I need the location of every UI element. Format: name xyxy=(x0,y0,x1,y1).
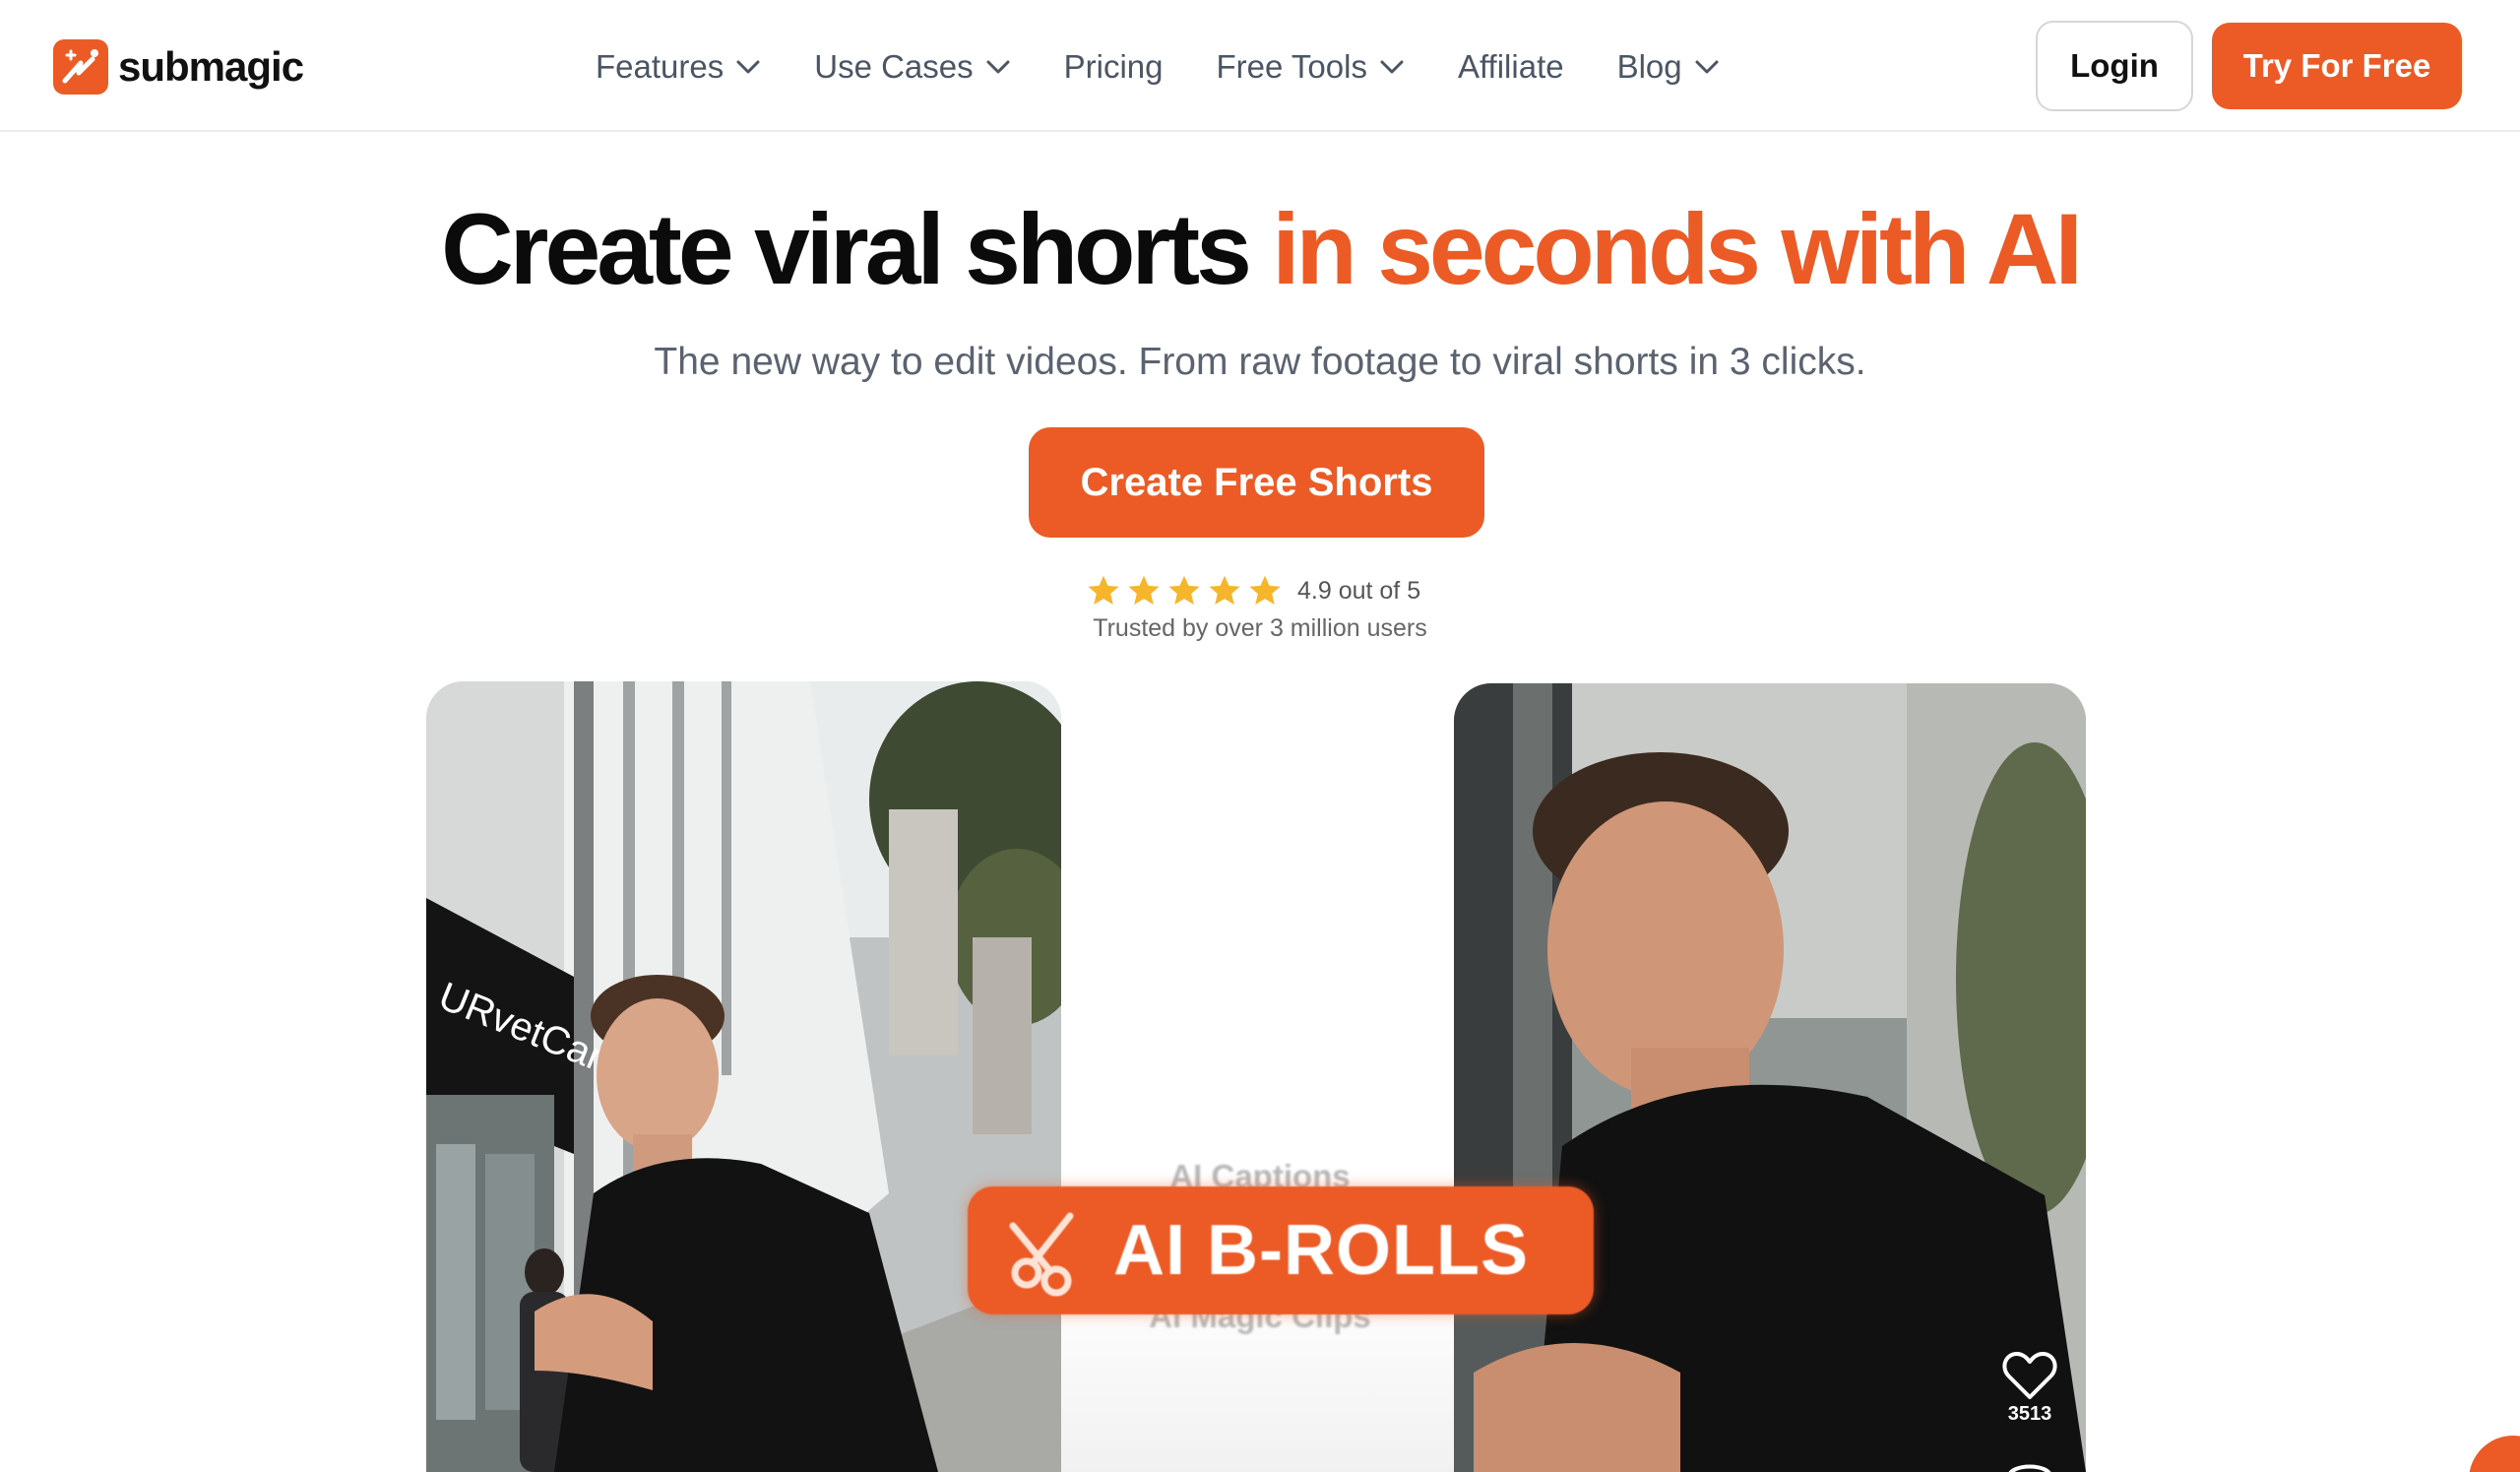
comment-icon[interactable] xyxy=(2005,1457,2054,1472)
login-button[interactable]: Login xyxy=(2036,21,2193,111)
nav-label: Free Tools xyxy=(1216,48,1367,85)
nav-item-free-tools[interactable]: Free Tools xyxy=(1217,48,1405,86)
street-scene-image: URvetCare xyxy=(426,681,1061,1472)
nav-label: Features xyxy=(596,48,724,85)
star-icon xyxy=(1209,575,1240,605)
star-icon xyxy=(1128,575,1160,605)
logo[interactable]: submagic xyxy=(53,39,304,95)
feature-pill-label: AI B-ROLLS xyxy=(1113,1211,1529,1290)
nav-item-pricing[interactable]: Pricing xyxy=(1064,48,1164,86)
nav-item-blog[interactable]: Blog xyxy=(1617,48,1720,86)
main-menu: Features Use Cases Pricing Free Tools Af… xyxy=(596,39,1720,95)
headline-primary: Create viral shorts xyxy=(441,193,1252,305)
trusted-by-text: Trusted by over 3 million users xyxy=(1093,614,1427,642)
nav-label: Use Cases xyxy=(814,48,974,85)
headline-accent: in seconds with AI xyxy=(1272,193,2083,305)
star-icon xyxy=(1088,575,1119,605)
demo-video-after[interactable] xyxy=(1454,683,2086,1472)
top-navigation: submagic Features Use Cases Pricing Free… xyxy=(0,0,2520,132)
chevron-down-icon xyxy=(736,60,760,74)
star-icon xyxy=(1249,575,1281,605)
nav-label: Affiliate xyxy=(1457,48,1564,85)
nav-label: Pricing xyxy=(1063,48,1164,85)
try-for-free-button[interactable]: Try For Free xyxy=(2212,23,2462,109)
heart-icon[interactable] xyxy=(2001,1350,2058,1401)
star-icon xyxy=(1168,575,1200,605)
chevron-down-icon xyxy=(1695,60,1719,74)
like-count: 3513 xyxy=(2007,1403,2052,1425)
create-free-shorts-button[interactable]: Create Free Shorts xyxy=(1029,427,1484,538)
nav-item-affiliate[interactable]: Affiliate xyxy=(1458,48,1564,86)
rating-row: 4.9 out of 5 xyxy=(1086,571,1420,610)
chevron-down-icon xyxy=(1380,60,1404,74)
nav-item-use-cases[interactable]: Use Cases xyxy=(814,48,1010,86)
demo-video-before[interactable]: URvetCare xyxy=(426,681,1061,1472)
hero-subtitle: The new way to edit videos. From raw foo… xyxy=(654,341,1866,383)
submagic-logo-icon xyxy=(53,39,108,95)
hero-headline: Create viral shorts in seconds with AI xyxy=(0,185,2520,313)
nav-item-features[interactable]: Features xyxy=(596,48,761,86)
chat-widget-button[interactable] xyxy=(2469,1436,2520,1472)
scissors-icon xyxy=(1009,1212,1074,1297)
nav-label: Blog xyxy=(1616,48,1682,85)
rating-score: 4.9 out of 5 xyxy=(1297,576,1421,605)
feature-pill-b-rolls: AI B-ROLLS xyxy=(968,1186,1594,1314)
edited-scene-image xyxy=(1454,683,2086,1472)
chevron-down-icon xyxy=(986,60,1010,74)
logo-text: submagic xyxy=(118,43,304,90)
